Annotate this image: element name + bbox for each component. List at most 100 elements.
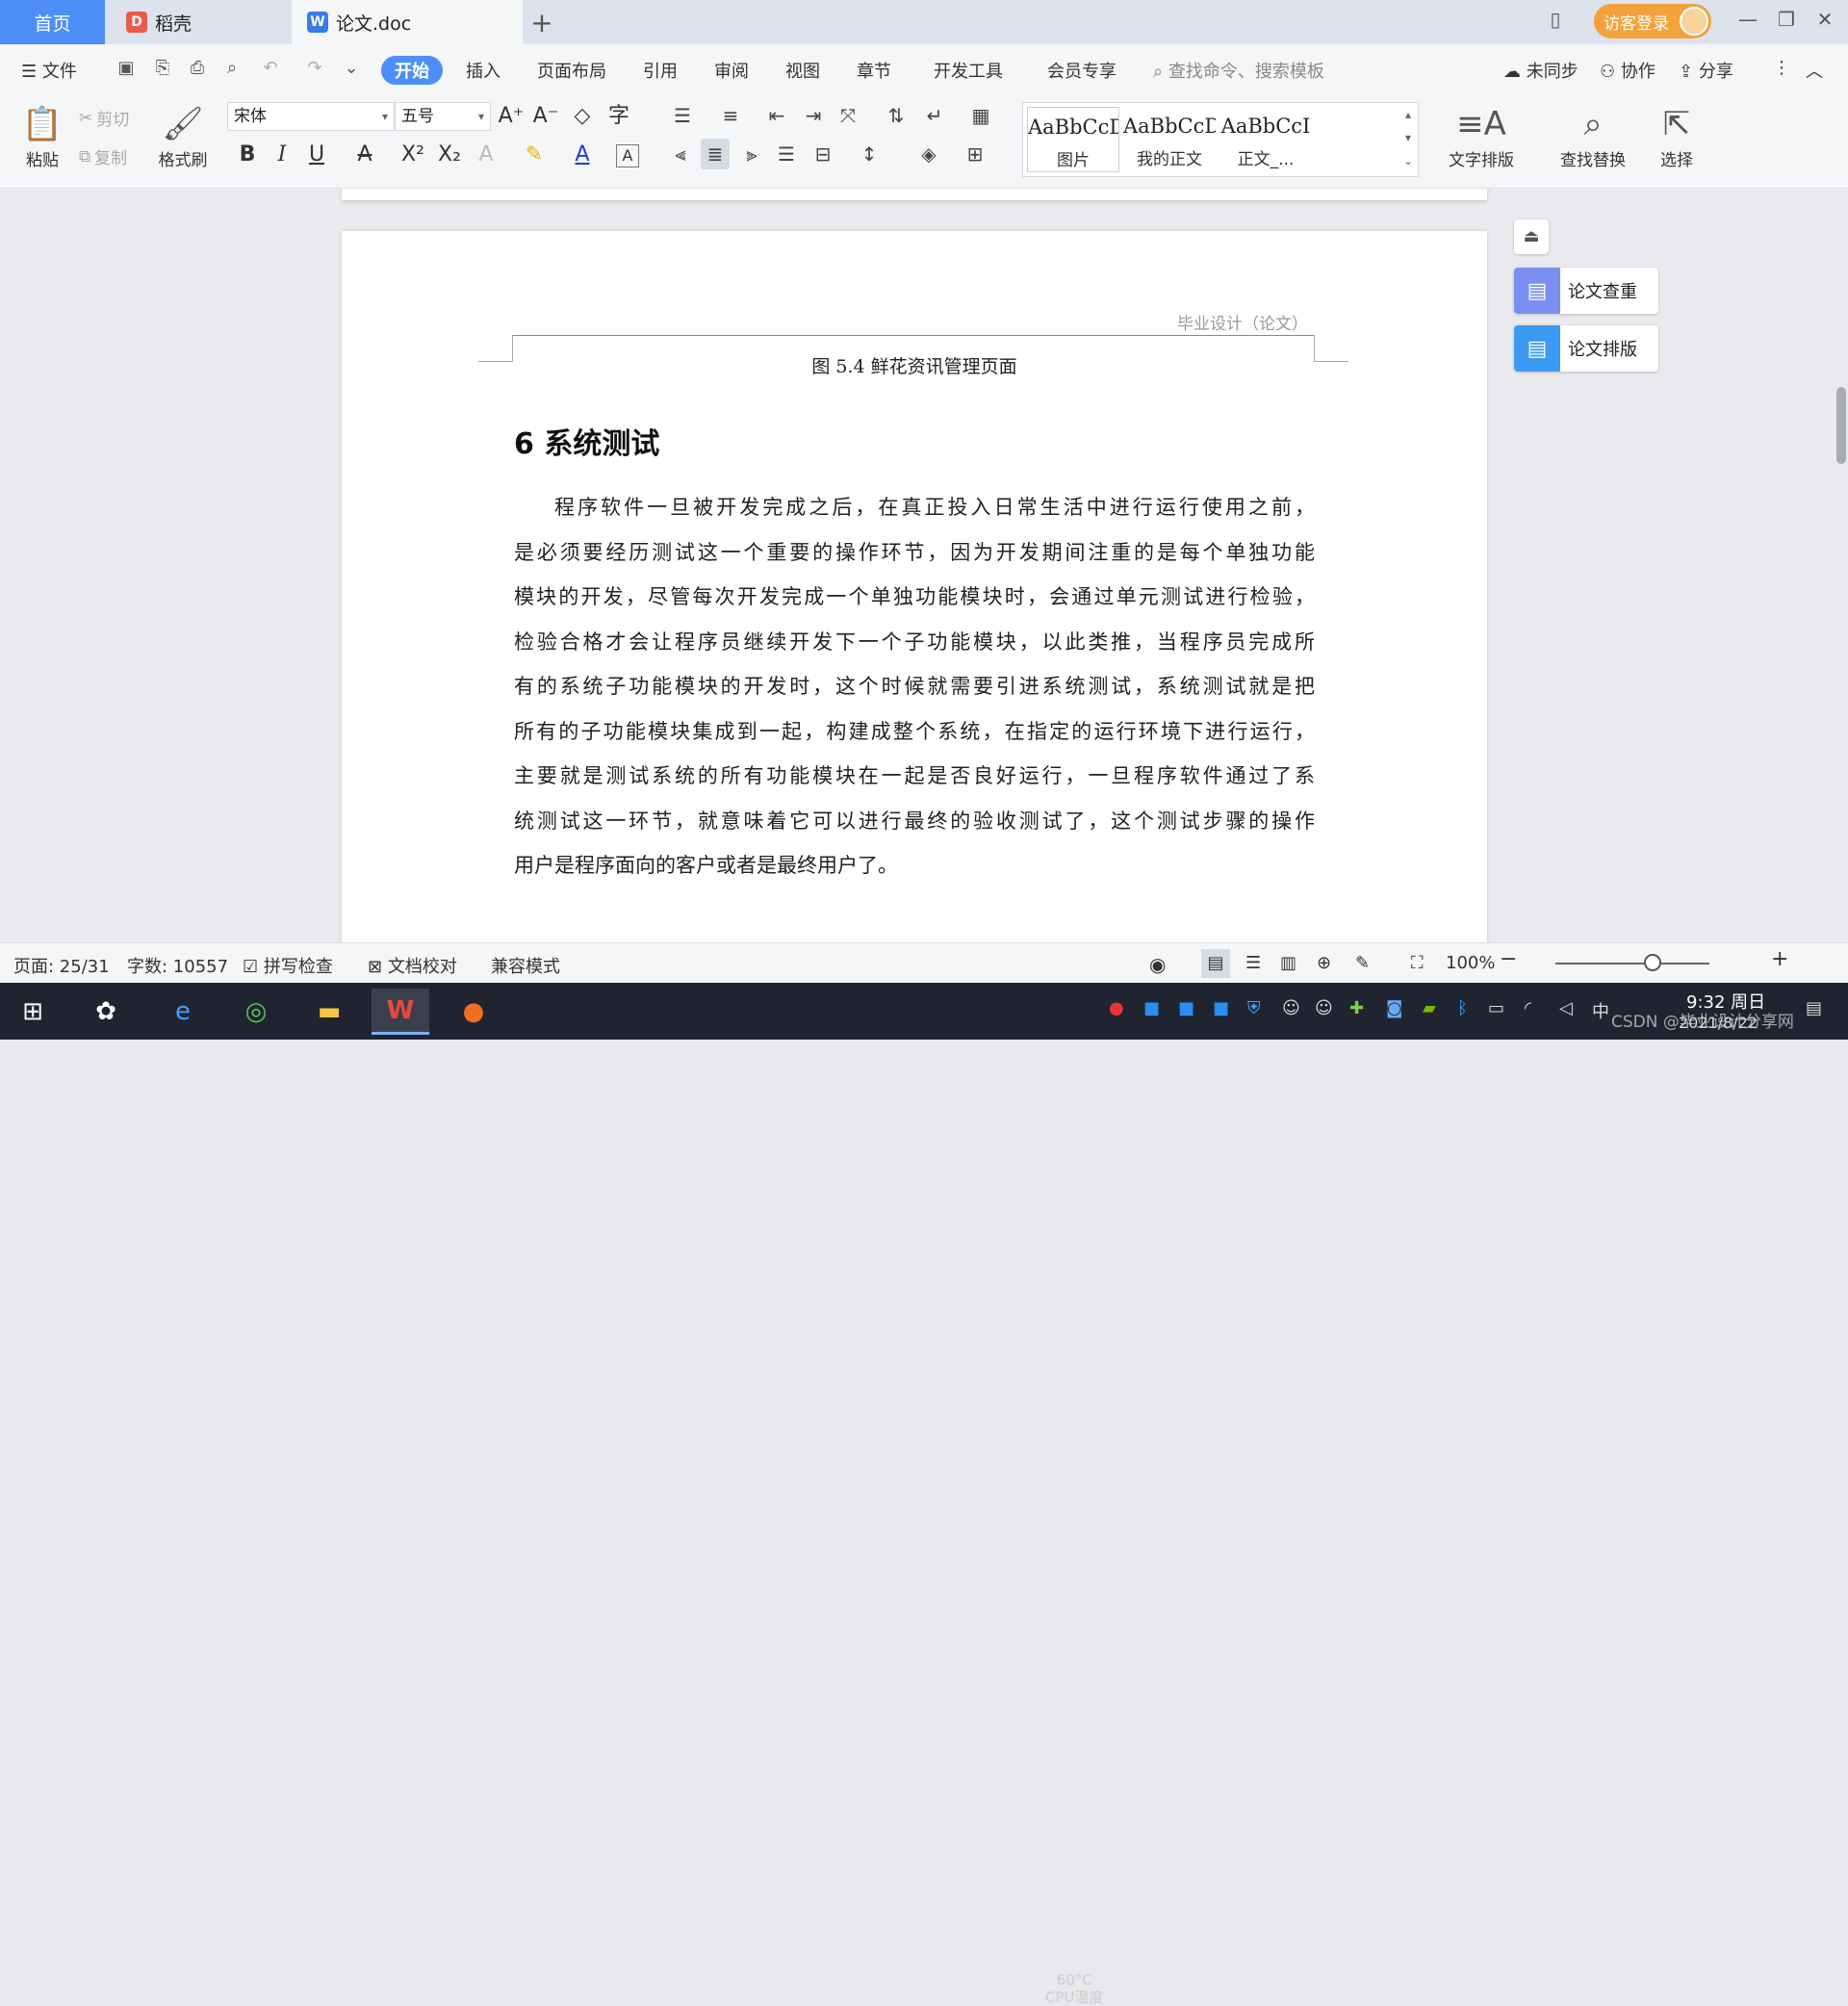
vertical-scrollbar[interactable] [1835, 189, 1848, 942]
document-workspace[interactable]: 毕业设计（论文） 图 5.4 鲜花资讯管理页面 6 系统测试 程序软件一旦被开发… [0, 189, 1848, 942]
reading-view-icon[interactable]: ▥ [1280, 953, 1296, 973]
distribute-icon[interactable]: ⊟ [808, 139, 837, 169]
windows-start-icon[interactable]: ⊞ [4, 989, 62, 1035]
superscript-icon[interactable]: X² [398, 139, 427, 171]
grow-font-icon[interactable]: A⁺ [497, 100, 526, 133]
scrollbar-thumb[interactable] [1836, 387, 1846, 464]
eye-protection-icon[interactable]: ◉ [1149, 953, 1166, 976]
proofread-button[interactable]: ⊠ 文档校对 [368, 953, 457, 978]
font-color-icon[interactable]: A [568, 139, 597, 171]
screen-recorder-icon[interactable]: ● [445, 989, 502, 1035]
strikethrough-icon[interactable]: A [350, 139, 379, 171]
save-icon[interactable]: ▣ [114, 58, 139, 81]
tray-app-icon[interactable]: ✚ [1349, 998, 1364, 1018]
shield-icon[interactable]: ⛨ [1247, 998, 1261, 1018]
volume-icon[interactable]: ◁ [1559, 998, 1573, 1018]
write-mode-icon[interactable]: ✎ [1355, 953, 1370, 973]
fit-page-icon[interactable]: ⛶ [1411, 953, 1424, 973]
print-icon[interactable]: ⎙ [185, 58, 210, 81]
bold-icon[interactable]: B [233, 139, 262, 171]
menu-page-layout[interactable]: 页面布局 [537, 58, 606, 83]
pinwheel-app-icon[interactable]: ✿ [77, 989, 135, 1035]
restore-button[interactable]: ❐ [1767, 8, 1806, 31]
print-preview-icon[interactable]: ⌕ [219, 58, 244, 81]
bluetooth-icon[interactable]: ᛒ [1457, 998, 1468, 1018]
tray-app-icon[interactable]: ◙ [1386, 998, 1402, 1018]
menu-view[interactable]: 视图 [785, 58, 820, 83]
align-center-icon[interactable]: ≣ [701, 139, 730, 169]
tab-home[interactable]: 首页 [0, 0, 105, 44]
tray-app-icon[interactable]: ■ [1143, 998, 1160, 1018]
shrink-font-icon[interactable]: A⁻ [531, 100, 560, 133]
collapse-panel-icon[interactable]: ⏏ [1514, 219, 1549, 254]
select-button[interactable]: ⇱ 选择 [1648, 102, 1706, 170]
page-view-icon[interactable]: ▤ [1201, 949, 1230, 978]
line-spacing-icon[interactable]: ↕ [855, 139, 884, 169]
customize-toolbar-icon[interactable]: ⌄ [339, 58, 364, 81]
word-count[interactable]: 字数: 10557 [127, 953, 228, 978]
zoom-in-icon[interactable]: + [1771, 947, 1788, 971]
paste-button[interactable]: 📋 粘贴 [13, 102, 71, 170]
zoom-out-icon[interactable]: − [1500, 947, 1517, 971]
menu-insert[interactable]: 插入 [466, 58, 500, 83]
show-marks-icon[interactable]: ↵ [920, 100, 949, 131]
justify-icon[interactable]: ☰ [772, 139, 801, 169]
360-browser-icon[interactable]: ◎ [227, 989, 285, 1035]
tray-app-icon[interactable]: ■ [1213, 998, 1229, 1018]
qq-icon[interactable]: ☺ [1315, 998, 1333, 1018]
format-painter-button[interactable]: 🖌 格式刷 [154, 102, 212, 170]
document-page[interactable]: 毕业设计（论文） 图 5.4 鲜花资讯管理页面 6 系统测试 程序软件一旦被开发… [342, 231, 1487, 942]
underline-icon[interactable]: U [302, 139, 331, 171]
borders-icon[interactable]: ⊞ [961, 139, 989, 169]
cut-button[interactable]: ✂ 剪切 [79, 106, 129, 131]
plagiarism-check-button[interactable]: ▤ 论文查重 [1514, 268, 1658, 314]
ie-browser-icon[interactable]: e [154, 989, 212, 1035]
style-scroll-icon[interactable]: ▴ ▾ ⌄ [1399, 103, 1418, 172]
numbered-list-icon[interactable]: ≡ [716, 100, 745, 131]
menu-chapter[interactable]: 章节 [857, 58, 891, 83]
web-view-icon[interactable]: ⊕ [1317, 953, 1331, 973]
tab-document[interactable]: W 论文.doc [292, 0, 523, 44]
export-icon[interactable]: ⎘ [150, 58, 175, 81]
redo-icon[interactable]: ↷ [302, 58, 327, 81]
undo-icon[interactable]: ↶ [258, 58, 283, 81]
share-button[interactable]: ⇪ 分享 [1679, 58, 1733, 83]
close-button[interactable]: ✕ [1806, 8, 1844, 31]
nvidia-icon[interactable]: ▰ [1423, 998, 1436, 1018]
zoom-level[interactable]: 100% [1446, 953, 1495, 973]
menu-references[interactable]: 引用 [643, 58, 678, 83]
sort-icon[interactable]: ⇅ [882, 100, 911, 131]
phonetic-icon[interactable]: 字 [604, 100, 633, 133]
font-size-select[interactable]: 五号 [395, 102, 491, 131]
table-grid-icon[interactable]: ▦ [966, 100, 995, 131]
find-replace-button[interactable]: ⌕ 查找替换 [1550, 102, 1636, 170]
decrease-indent-icon[interactable]: ⇤ [762, 100, 791, 131]
ime-indicator[interactable]: 中 [1592, 998, 1609, 1023]
text-effect-icon[interactable]: A [472, 139, 500, 171]
tray-app-icon[interactable]: ● [1109, 998, 1124, 1018]
wifi-icon[interactable]: ◜ [1525, 998, 1531, 1018]
file-explorer-icon[interactable]: ▬ [300, 989, 358, 1035]
copy-button[interactable]: ⧉ 复制 [79, 144, 127, 169]
highlight-icon[interactable]: ✎ [520, 139, 549, 171]
font-name-select[interactable]: 宋体 [227, 102, 395, 131]
minimize-button[interactable]: — [1729, 8, 1767, 31]
zoom-slider[interactable] [1555, 963, 1709, 964]
style-item[interactable]: AaBbCcI 正文_... [1219, 107, 1312, 172]
outline-view-icon[interactable]: ☰ [1245, 953, 1261, 973]
align-left-icon[interactable]: ⫷ [666, 139, 695, 169]
italic-icon[interactable]: I [268, 139, 296, 171]
menu-member[interactable]: 会员专享 [1047, 58, 1116, 83]
menu-review[interactable]: 审阅 [714, 58, 749, 83]
spell-check-button[interactable]: ☑ 拼写检查 [243, 953, 333, 978]
tab-daoke[interactable]: D 稻壳 [105, 0, 292, 44]
qq-icon[interactable]: ☺ [1282, 998, 1300, 1018]
battery-icon[interactable]: ▭ [1488, 998, 1504, 1018]
thesis-layout-button[interactable]: ▤ 论文排版 [1514, 325, 1658, 372]
shading-icon[interactable]: ◈ [914, 139, 943, 169]
style-item[interactable]: AaBbCcDd 我的正文 [1123, 107, 1216, 172]
collapse-ribbon-icon[interactable]: ︿ [1806, 58, 1823, 83]
command-search[interactable]: ⌕ 查找命令、搜索模板 [1153, 58, 1324, 83]
clear-format-icon[interactable]: ◇ [568, 100, 597, 133]
wps-app-icon[interactable]: W [372, 989, 429, 1035]
